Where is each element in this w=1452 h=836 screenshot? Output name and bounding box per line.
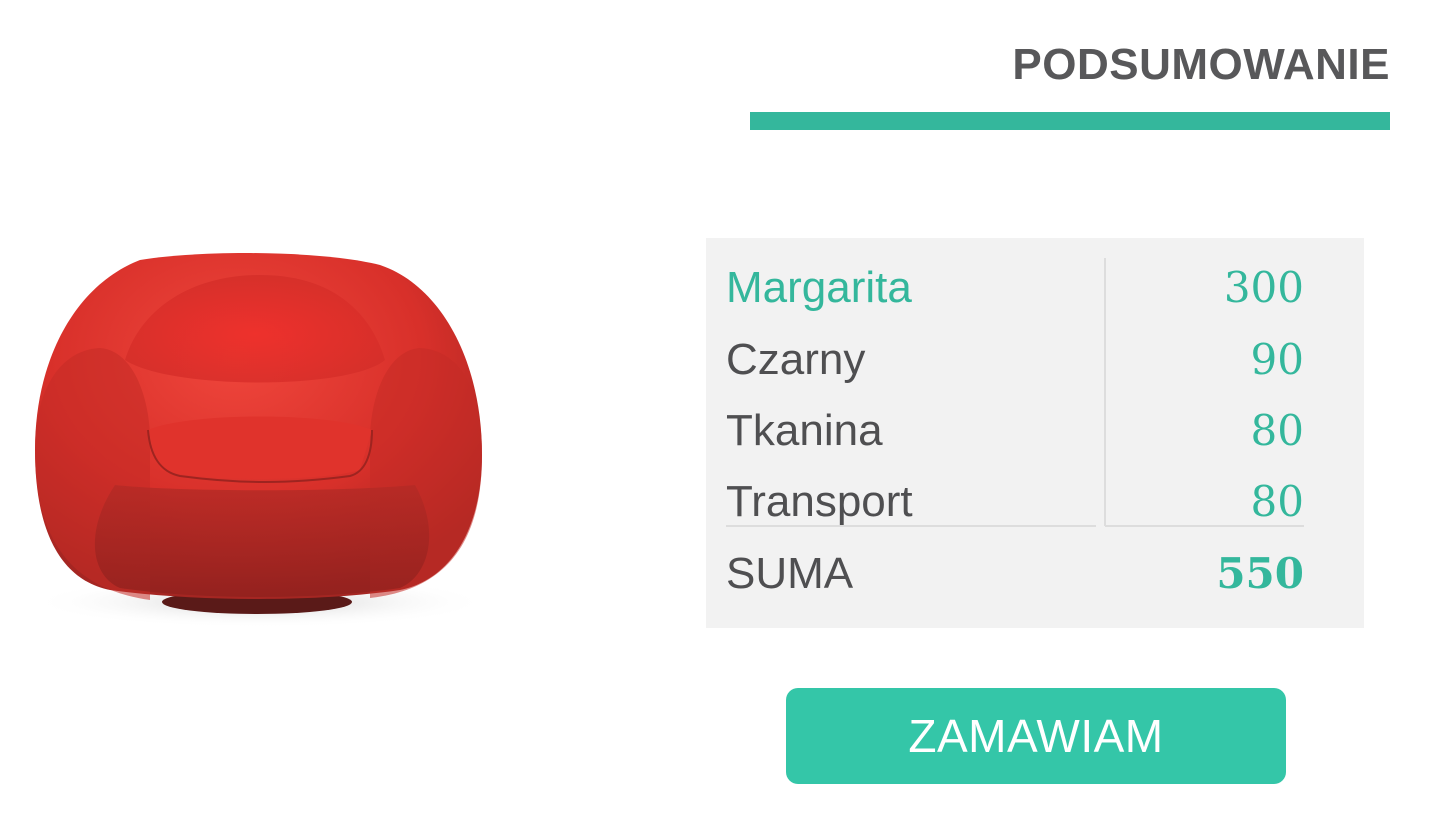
material-price: 80 [1250, 406, 1304, 455]
product-price: 300 [1223, 263, 1304, 312]
title-underline [750, 112, 1390, 130]
chair-seat [148, 416, 372, 479]
transport-price: 80 [1250, 477, 1304, 526]
page-title: PODSUMOWANIE [1012, 40, 1390, 89]
summary-row-color: Czarny 90 [726, 330, 1304, 390]
summary-row-total: SUMA 550 [726, 544, 1304, 604]
color-name: Czarny [726, 335, 866, 384]
summary-row-material: Tkanina 80 [726, 401, 1304, 461]
transport-name: Transport [726, 477, 913, 526]
total-label: SUMA [726, 549, 854, 598]
total-value: 550 [1216, 549, 1304, 598]
material-name: Tkanina [726, 406, 883, 455]
order-button[interactable]: ZAMAWIAM [786, 688, 1286, 784]
summary-row-transport: Transport 80 [726, 472, 1304, 532]
summary-row-product: Margarita 300 [726, 258, 1304, 318]
total-divider-left [726, 525, 1096, 527]
product-image [30, 253, 490, 628]
product-name: Margarita [726, 263, 912, 312]
summary-table: Margarita 300 Czarny 90 Tkanina 80 Trans… [706, 238, 1364, 628]
color-price: 90 [1250, 335, 1304, 384]
chair-front [94, 485, 430, 597]
total-divider-right [1105, 525, 1304, 527]
order-summary-page: PODSUMOWANIE Margarita 300 Czarny 90 Tka… [0, 0, 1452, 836]
